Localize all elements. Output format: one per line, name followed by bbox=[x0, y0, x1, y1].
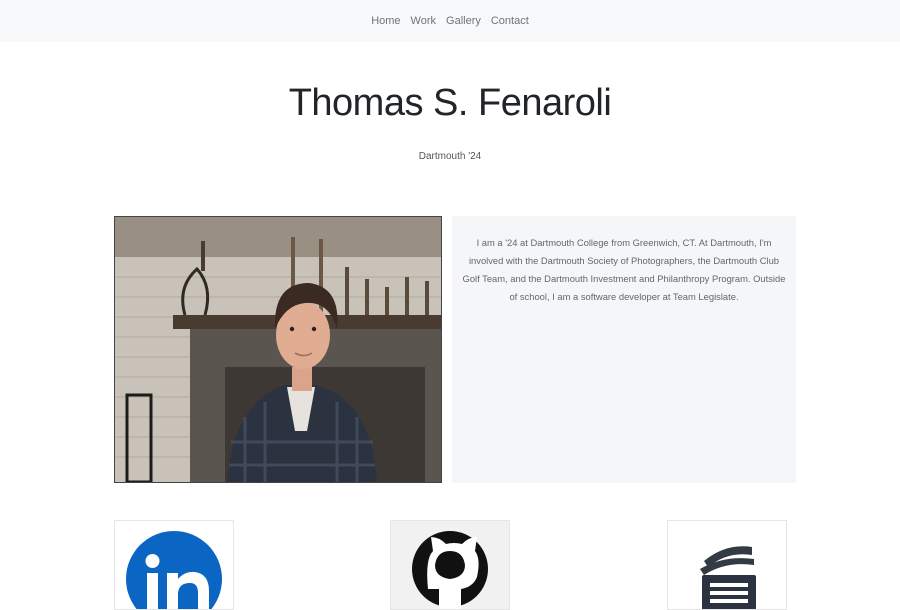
github-icon bbox=[412, 531, 488, 609]
document-link[interactable] bbox=[667, 520, 787, 610]
bio-card: I am a '24 at Dartmouth College from Gre… bbox=[452, 216, 796, 483]
top-navbar: Home Work Gallery Contact bbox=[0, 0, 900, 42]
nav-link-home[interactable]: Home bbox=[371, 15, 400, 27]
page-title: Thomas S. Fenaroli bbox=[288, 82, 612, 124]
nav-link-contact[interactable]: Contact bbox=[491, 15, 529, 27]
linkedin-link[interactable] bbox=[114, 520, 234, 610]
nav-link-work[interactable]: Work bbox=[411, 15, 436, 27]
bio-text: I am a '24 at Dartmouth College from Gre… bbox=[462, 237, 786, 302]
document-icon bbox=[700, 546, 756, 609]
profile-photo-image bbox=[115, 217, 441, 482]
page-subtitle: Dartmouth '24 bbox=[418, 151, 482, 162]
nav-link-gallery[interactable]: Gallery bbox=[446, 15, 481, 27]
profile-photo bbox=[114, 216, 442, 483]
linkedin-icon bbox=[126, 531, 222, 609]
github-link[interactable] bbox=[390, 520, 510, 610]
